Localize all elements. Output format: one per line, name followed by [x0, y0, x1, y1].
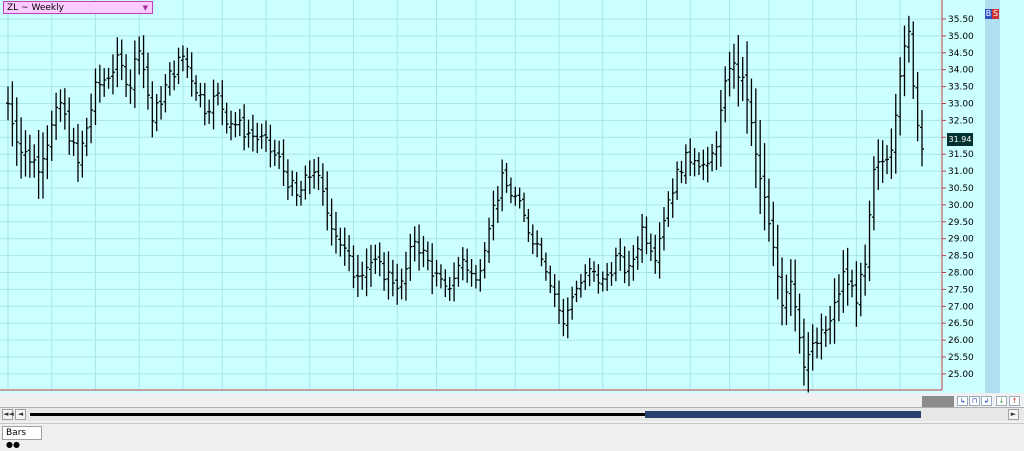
scroll-first-icon[interactable]: ◄◄ — [2, 409, 14, 420]
tab-bars-label: Bars — [6, 428, 27, 438]
price-chart[interactable]: 35.5035.0034.5034.0033.5033.0032.5032.00… — [0, 0, 1024, 393]
y-tick-label: 29.00 — [948, 235, 974, 245]
y-tick-label: 33.50 — [948, 83, 974, 93]
y-tick-label: 25.50 — [948, 353, 974, 363]
scroll-left-icon[interactable]: ◄ — [15, 409, 26, 420]
y-tick-label: 31.50 — [948, 150, 974, 160]
tab-bars[interactable]: Bars ●● — [2, 426, 42, 449]
scroll-end-icon[interactable]: ↲ — [981, 396, 992, 406]
expand-icon[interactable]: ↓ — [996, 396, 1007, 406]
y-tick-label: 30.50 — [948, 184, 974, 194]
chevron-down-icon[interactable]: ▼ — [143, 2, 148, 15]
y-tick-label: 27.50 — [948, 285, 974, 295]
right-panel-strip — [985, 0, 1000, 393]
status-bar: Bars ●● — [0, 423, 1024, 449]
y-tick-label: 31.00 — [948, 167, 974, 177]
buy-button[interactable]: B — [985, 9, 992, 19]
y-tick-label: 25.00 — [948, 370, 974, 380]
y-tick-label: 35.00 — [948, 32, 974, 42]
y-tick-label: 35.50 — [948, 15, 974, 25]
y-tick-label: 27.00 — [948, 302, 974, 312]
sell-button[interactable]: S — [992, 9, 999, 19]
y-tick-label: 28.50 — [948, 252, 974, 262]
scroll-spacer — [922, 396, 954, 407]
y-tick-label: 28.00 — [948, 269, 974, 279]
y-tick-label: 32.50 — [948, 116, 974, 126]
scroll-right-icon[interactable]: ► — [1008, 409, 1019, 420]
last-price-tag: 31.94 — [947, 133, 973, 146]
y-tick-label: 26.50 — [948, 319, 974, 329]
glasses-icon: ●● — [6, 440, 20, 449]
y-tick-label: 34.00 — [948, 66, 974, 76]
zoom-out-icon[interactable]: ↳ — [957, 396, 968, 406]
y-tick-label: 29.50 — [948, 218, 974, 228]
collapse-icon[interactable]: ↑ — [1009, 396, 1020, 406]
y-tick-label: 34.50 — [948, 49, 974, 59]
y-tick-label: 30.00 — [948, 201, 974, 211]
y-tick-label: 26.00 — [948, 336, 974, 346]
symbol-selector[interactable]: ZL ~ Weekly ▼ — [3, 1, 153, 14]
symbol-label: ZL ~ Weekly — [7, 3, 64, 13]
horizontal-scrollbar[interactable]: ◄◄ ◄ ► — [0, 407, 1024, 421]
y-tick-label: 33.00 — [948, 100, 974, 110]
chart-area[interactable]: 35.5035.0034.5034.0033.5033.0032.5032.00… — [0, 0, 1024, 393]
scroll-thumb[interactable] — [645, 411, 921, 418]
zoom-in-icon[interactable]: ⊓ — [969, 396, 980, 406]
